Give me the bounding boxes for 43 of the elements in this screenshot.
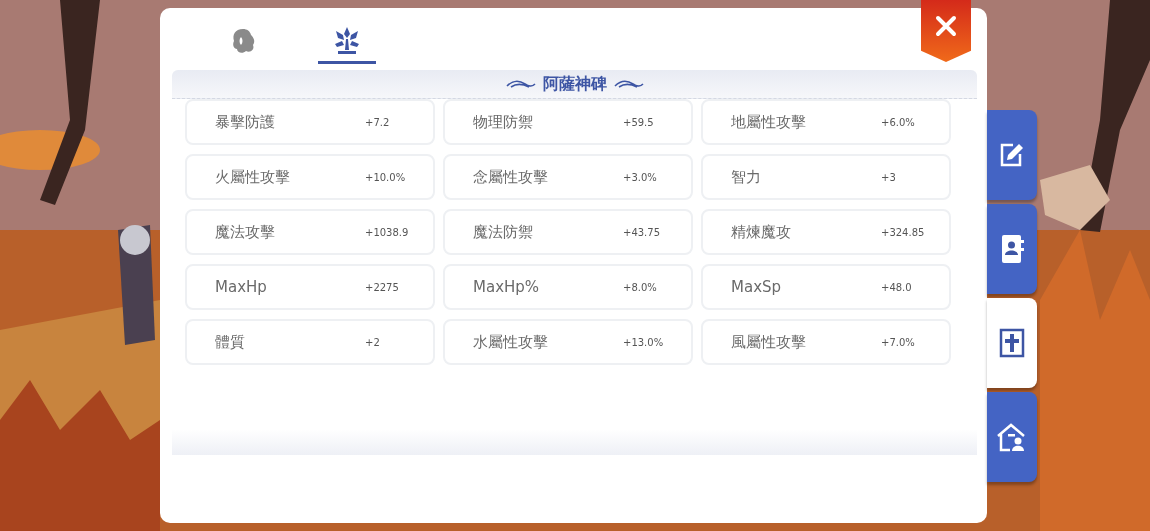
stat-label: MaxHp xyxy=(215,278,268,296)
stat-label: 物理防禦 xyxy=(473,112,534,132)
stat-label: MaxSp xyxy=(731,278,783,296)
stat-value: +7.0% xyxy=(881,336,915,348)
stat-value: +8.0% xyxy=(623,281,657,293)
stat-value: +13.0% xyxy=(623,336,664,348)
section-title: 阿薩神碑 xyxy=(542,73,607,95)
side-tab[interactable] xyxy=(987,298,1037,388)
stat-label: 智力 xyxy=(731,167,762,187)
side-tab[interactable] xyxy=(987,110,1037,200)
stat-label: 體質 xyxy=(215,332,246,352)
stat-value: +2275 xyxy=(365,281,399,293)
side-tab[interactable] xyxy=(987,392,1037,482)
stat-value: +48.0 xyxy=(881,281,912,293)
stat-value: +3.0% xyxy=(623,171,657,183)
swirl-icon xyxy=(612,78,645,90)
stat-label: 暴擊防護 xyxy=(215,112,276,132)
stat-value: +6.0% xyxy=(881,116,915,128)
stat-label: 風屬性攻擊 xyxy=(731,332,807,352)
stat-label: MaxHp% xyxy=(473,278,541,296)
stat-value: +7.2 xyxy=(365,116,390,128)
stat-value: +3 xyxy=(881,171,896,183)
edit-icon xyxy=(999,142,1025,168)
close-button[interactable] xyxy=(921,0,971,62)
stat-value: +324.85 xyxy=(881,226,925,238)
stat-label: 魔法攻擊 xyxy=(215,222,276,242)
contact-book-icon xyxy=(999,234,1025,264)
stat-value: +2 xyxy=(365,336,380,348)
stat-label: 水屬性攻擊 xyxy=(473,332,549,352)
side-tab[interactable] xyxy=(987,204,1037,294)
close-icon xyxy=(935,15,957,37)
emblem-icon xyxy=(333,25,361,56)
stat-label: 地屬性攻擊 xyxy=(731,112,807,132)
stat-label: 魔法防禦 xyxy=(473,222,534,242)
stat-value: +43.75 xyxy=(623,226,660,238)
stat-value: +1038.9 xyxy=(365,226,409,238)
stat-value: +10.0% xyxy=(365,171,406,183)
stat-label: 念屬性攻擊 xyxy=(473,167,549,187)
stat-label: 火屬性攻擊 xyxy=(215,167,291,187)
swirl-icon xyxy=(504,78,537,90)
cross-book-icon xyxy=(999,328,1025,358)
stat-value: +59.5 xyxy=(623,116,654,128)
stat-label: 精煉魔攻 xyxy=(731,222,792,242)
